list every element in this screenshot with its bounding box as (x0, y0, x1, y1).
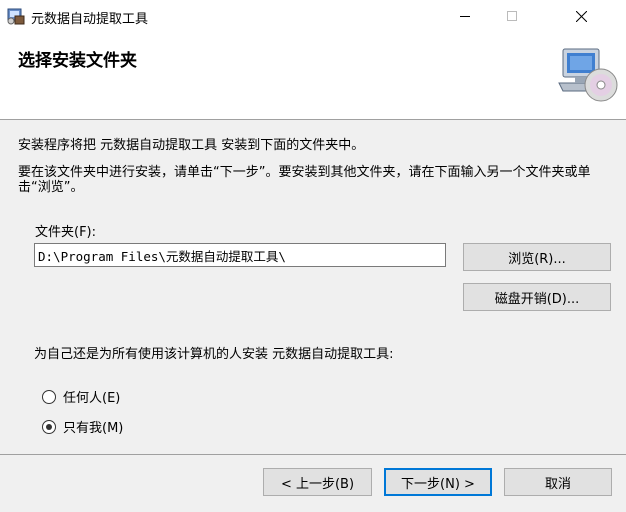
everyone-label: 任何人(E) (63, 391, 121, 406)
close-button[interactable] (536, 0, 626, 32)
everyone-radio[interactable] (42, 389, 56, 404)
folder-path-input[interactable] (34, 243, 446, 267)
install-instructions: 要在该文件夹中进行安装，请单击“下一步”。要安装到其他文件夹，请在下面输入另一个… (18, 165, 591, 195)
maximize-icon (507, 11, 517, 21)
computer-cd-icon (558, 48, 618, 102)
page-title: 选择安装文件夹 (18, 51, 137, 71)
install-for-question: 为自己还是为所有使用该计算机的人安装 元数据自动提取工具: (34, 347, 394, 362)
maximize-button (489, 0, 535, 32)
everyone-option[interactable]: 任何人(E) (42, 387, 120, 406)
folder-label: 文件夹(F): (35, 225, 97, 240)
browse-button[interactable]: 浏览(R)... (463, 243, 611, 271)
install-description: 安装程序将把 元数据自动提取工具 安装到下面的文件夹中。 (18, 138, 365, 153)
disk-cost-button[interactable]: 磁盘开销(D)... (463, 283, 611, 311)
minimize-button[interactable] (442, 0, 488, 32)
close-icon (575, 10, 587, 22)
footer-separator (0, 454, 626, 455)
cancel-button[interactable]: 取消 (504, 468, 612, 496)
next-button[interactable]: 下一步(N) > (384, 468, 492, 496)
back-button[interactable]: < 上一步(B) (263, 468, 372, 496)
just-me-radio[interactable] (42, 419, 56, 434)
window-title: 元数据自动提取工具 (31, 12, 149, 27)
minimize-icon (460, 16, 470, 17)
installer-app-icon (7, 8, 25, 25)
just-me-label: 只有我(M) (63, 421, 124, 436)
just-me-option[interactable]: 只有我(M) (42, 417, 123, 436)
title-bar: 元数据自动提取工具 (0, 0, 626, 32)
